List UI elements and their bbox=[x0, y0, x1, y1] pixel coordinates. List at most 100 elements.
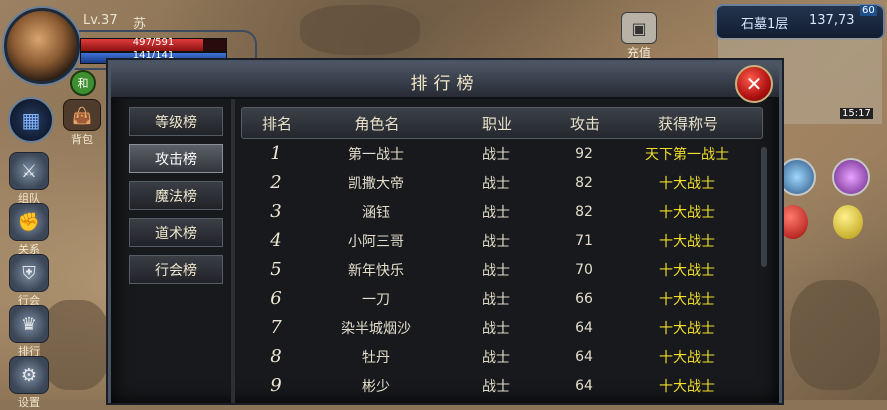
job-cell: 战士 bbox=[482, 175, 510, 192]
panel-divider bbox=[231, 99, 235, 403]
rank-cell: 4 bbox=[270, 230, 282, 251]
side-menu-settings[interactable]: ⚙ 设置 bbox=[6, 356, 52, 410]
job-cell: 战士 bbox=[482, 320, 510, 337]
header-attack: 攻击 bbox=[569, 114, 600, 133]
side-menu-rank[interactable]: ♛ 排行 bbox=[6, 305, 52, 359]
panel-titlebar: 排行榜 bbox=[111, 63, 779, 99]
table-row[interactable]: 7 染半城烟沙 战士 64 十大战士 bbox=[241, 313, 763, 342]
rank-cell: 5 bbox=[270, 259, 282, 280]
name-cell: 凯撒大帝 bbox=[348, 175, 404, 192]
peace-mode-badge[interactable]: 和 bbox=[70, 70, 96, 96]
attack-cell: 64 bbox=[575, 319, 593, 336]
table-row[interactable]: 2 凯撒大帝 战士 82 十大战士 bbox=[241, 168, 763, 197]
map-coords: 137,73 bbox=[809, 13, 855, 28]
attack-cell: 66 bbox=[575, 290, 593, 307]
attack-cell: 92 bbox=[575, 145, 593, 162]
job-cell: 战士 bbox=[482, 233, 510, 250]
attack-cell: 70 bbox=[575, 261, 593, 278]
attack-cell: 64 bbox=[575, 348, 593, 365]
rank-cell: 6 bbox=[270, 288, 282, 309]
title-cell: 十大战士 bbox=[659, 233, 715, 250]
close-icon: ✕ bbox=[745, 72, 763, 96]
recharge-button[interactable]: ▣ 充值 bbox=[617, 12, 661, 61]
skill-swirl-blue-icon[interactable] bbox=[778, 158, 816, 196]
name-cell: 小阿三哥 bbox=[348, 233, 404, 250]
job-cell: 战士 bbox=[482, 146, 510, 163]
side-menu-team[interactable]: ⚔ 组队 bbox=[6, 152, 52, 206]
fps-counter: 60 bbox=[860, 5, 877, 16]
tab-guild[interactable]: 行会榜 bbox=[129, 255, 223, 284]
player-name: 苏 bbox=[133, 17, 147, 32]
rock-terrain bbox=[790, 280, 880, 390]
rank-icon: ♛ bbox=[9, 305, 49, 343]
map-name: 石墓1层 bbox=[741, 17, 789, 32]
title-cell: 十大战士 bbox=[659, 320, 715, 337]
ranking-tabs: 等级榜 攻击榜 魔法榜 道术榜 行会榜 bbox=[129, 107, 223, 292]
header-title: 获得称号 bbox=[657, 114, 718, 133]
relation-icon: ✊ bbox=[9, 203, 49, 241]
table-row[interactable]: 3 涵钰 战士 82 十大战士 bbox=[241, 197, 763, 226]
name-cell: 一刀 bbox=[362, 291, 390, 308]
rank-cell: 1 bbox=[270, 143, 282, 164]
rank-cell: 7 bbox=[270, 317, 282, 338]
table-row[interactable]: 8 牡丹 战士 64 十大战士 bbox=[241, 342, 763, 371]
attack-cell: 82 bbox=[575, 174, 593, 191]
ranking-panel: 排行榜 ✕ 等级榜 攻击榜 魔法榜 道术榜 行会榜 排名 角色名 职业 攻击 获… bbox=[108, 60, 782, 403]
title-cell: 十大战士 bbox=[659, 349, 715, 366]
team-icon: ⚔ bbox=[9, 152, 49, 190]
name-cell: 彬少 bbox=[362, 378, 390, 395]
table-row[interactable]: 9 彬少 战士 64 十大战士 bbox=[241, 371, 763, 400]
rank-cell: 9 bbox=[270, 375, 282, 396]
header-name: 角色名 bbox=[354, 114, 400, 133]
job-cell: 战士 bbox=[482, 349, 510, 366]
player-level: Lv.37 bbox=[83, 13, 118, 28]
job-cell: 战士 bbox=[482, 262, 510, 279]
title-cell: 十大战士 bbox=[659, 291, 715, 308]
skill-swirl-purple-icon[interactable] bbox=[832, 158, 870, 196]
table-body: 1 第一战士 战士 92 天下第一战士 2 凯撒大帝 战士 82 十大战士 3 涵钰 战士 82 十大战士 4… bbox=[241, 139, 763, 400]
tab-magic[interactable]: 魔法榜 bbox=[129, 181, 223, 210]
panel-title: 排行榜 bbox=[410, 74, 480, 94]
bag-button[interactable]: 👜 背包 bbox=[62, 99, 102, 147]
mp-potion-icon[interactable] bbox=[833, 205, 863, 239]
tab-attack[interactable]: 攻击榜 bbox=[129, 144, 223, 173]
hp-potion-icon[interactable] bbox=[778, 205, 808, 239]
clock: 15:17 bbox=[840, 108, 873, 119]
recharge-label: 充值 bbox=[626, 46, 651, 60]
table-row[interactable]: 5 新年快乐 战士 70 十大战士 bbox=[241, 255, 763, 284]
header-job: 职业 bbox=[481, 114, 512, 133]
job-cell: 战士 bbox=[482, 204, 510, 221]
guild-icon: ⛨ bbox=[9, 254, 49, 292]
name-cell: 染半城烟沙 bbox=[341, 320, 411, 337]
name-cell: 新年快乐 bbox=[348, 262, 404, 279]
close-button[interactable]: ✕ bbox=[735, 65, 773, 103]
name-cell: 涵钰 bbox=[362, 204, 390, 221]
name-cell: 牡丹 bbox=[362, 349, 390, 366]
table-row[interactable]: 4 小阿三哥 战士 71 十大战士 bbox=[241, 226, 763, 255]
main-menu-button[interactable]: ▦ bbox=[8, 97, 54, 143]
job-cell: 战士 bbox=[482, 291, 510, 308]
hp-text: 497/591 bbox=[132, 37, 175, 48]
table-header: 排名 角色名 职业 攻击 获得称号 bbox=[241, 107, 763, 139]
job-cell: 战士 bbox=[482, 378, 510, 395]
table-row[interactable]: 6 一刀 战士 66 十大战士 bbox=[241, 284, 763, 313]
player-portrait[interactable] bbox=[4, 8, 80, 84]
side-menu-guild[interactable]: ⛨ 行会 bbox=[6, 254, 52, 308]
name-cell: 第一战士 bbox=[348, 146, 404, 163]
grid-icon: ▦ bbox=[21, 108, 41, 132]
rock-terrain bbox=[300, 5, 420, 55]
rank-cell: 3 bbox=[270, 201, 282, 222]
table-row[interactable]: 1 第一战士 战士 92 天下第一战士 bbox=[241, 139, 763, 168]
title-cell: 十大战士 bbox=[659, 175, 715, 192]
side-menu-relation[interactable]: ✊ 关系 bbox=[6, 203, 52, 257]
attack-cell: 64 bbox=[575, 377, 593, 394]
attack-cell: 71 bbox=[575, 232, 593, 249]
title-cell: 天下第一战士 bbox=[645, 146, 729, 163]
tab-taoism[interactable]: 道术榜 bbox=[129, 218, 223, 247]
title-cell: 十大战士 bbox=[659, 262, 715, 279]
header-rank: 排名 bbox=[261, 114, 292, 133]
tab-level[interactable]: 等级榜 bbox=[129, 107, 223, 136]
title-cell: 十大战士 bbox=[659, 204, 715, 221]
scrollbar[interactable] bbox=[761, 147, 767, 267]
bag-label: 背包 bbox=[71, 133, 93, 146]
